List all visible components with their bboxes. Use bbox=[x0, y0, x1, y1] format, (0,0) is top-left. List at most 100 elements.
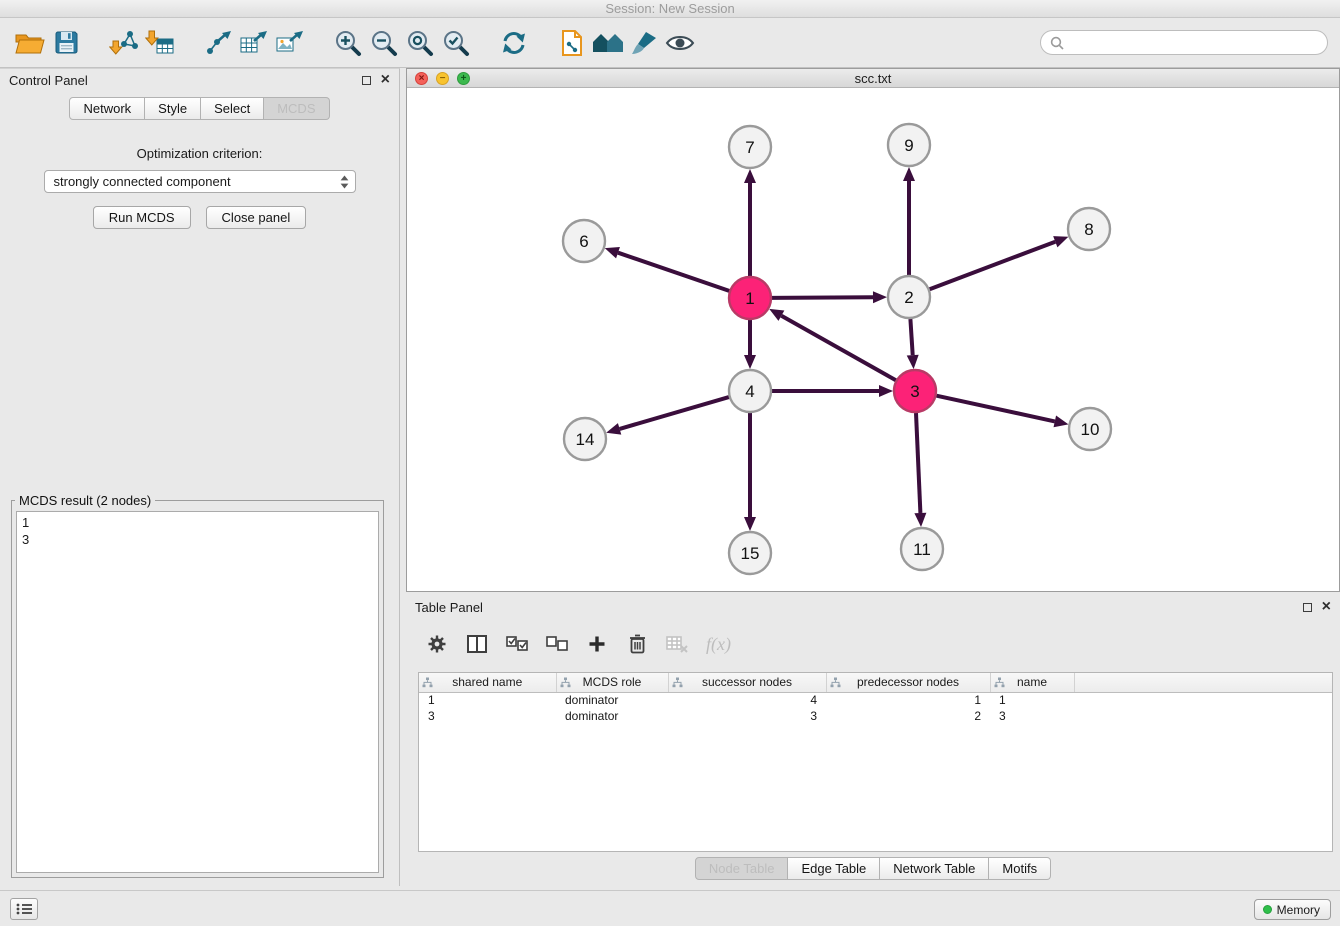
task-history-button[interactable] bbox=[10, 898, 38, 920]
graph-edge-1-6[interactable] bbox=[618, 253, 729, 291]
run-mcds-button[interactable]: Run MCDS bbox=[93, 206, 191, 229]
table-cell[interactable]: 4 bbox=[668, 692, 826, 708]
zoom-selected-button[interactable] bbox=[438, 24, 474, 62]
table-cell[interactable]: 3 bbox=[668, 708, 826, 724]
table-cell[interactable]: 1 bbox=[990, 692, 1074, 708]
style-brush-button[interactable] bbox=[626, 24, 662, 62]
import-network-icon bbox=[109, 29, 139, 57]
delete-table-button[interactable] bbox=[666, 635, 688, 653]
graph-edge-3-11[interactable] bbox=[916, 413, 920, 513]
table-cell-filler bbox=[1074, 708, 1332, 724]
export-table-button[interactable] bbox=[236, 24, 272, 62]
control-tab-style[interactable]: Style bbox=[145, 97, 201, 120]
svg-text:7: 7 bbox=[745, 138, 754, 157]
table-cell[interactable]: 2 bbox=[826, 708, 990, 724]
svg-text:9: 9 bbox=[904, 136, 913, 155]
table-header-row: shared nameMCDS rolesuccessor nodesprede… bbox=[419, 673, 1332, 692]
graph-node-4[interactable]: 4 bbox=[729, 370, 771, 412]
export-image-button[interactable] bbox=[272, 24, 308, 62]
control-tab-mcds[interactable]: MCDS bbox=[264, 97, 329, 120]
zoom-out-button[interactable] bbox=[366, 24, 402, 62]
table-cell[interactable]: 1 bbox=[826, 692, 990, 708]
graph-edge-2-8[interactable] bbox=[930, 242, 1056, 290]
import-table-button[interactable] bbox=[142, 24, 178, 62]
window-maximize-button[interactable]: + bbox=[457, 72, 470, 85]
network-canvas[interactable]: 7 9 6 8 1 2 4 3 14 10 15 11 bbox=[407, 88, 1339, 591]
graph-node-7[interactable]: 7 bbox=[729, 126, 771, 168]
column-header-MCDS-role[interactable]: MCDS role bbox=[556, 673, 668, 692]
column-header-successor-nodes[interactable]: successor nodes bbox=[668, 673, 826, 692]
function-builder-button[interactable]: f(x) bbox=[706, 634, 731, 655]
window-close-button[interactable]: × bbox=[415, 72, 428, 85]
list-icon bbox=[16, 903, 32, 915]
table-cell[interactable]: 1 bbox=[419, 692, 556, 708]
zoom-in-icon bbox=[334, 29, 362, 57]
control-panel: Control Panel × NetworkStyleSelectMCDS O… bbox=[0, 68, 400, 886]
graph-node-9[interactable]: 9 bbox=[888, 124, 930, 166]
graph-node-3[interactable]: 3 bbox=[894, 370, 936, 412]
float-panel-icon[interactable] bbox=[362, 76, 371, 85]
graph-node-8[interactable]: 8 bbox=[1068, 208, 1110, 250]
column-header-predecessor-nodes[interactable]: predecessor nodes bbox=[826, 673, 990, 692]
home-panel-button[interactable] bbox=[590, 24, 626, 62]
zoom-in-button[interactable] bbox=[330, 24, 366, 62]
table-settings-button[interactable] bbox=[426, 634, 448, 654]
column-label: successor nodes bbox=[669, 675, 826, 689]
graph-node-1[interactable]: 1 bbox=[729, 277, 771, 319]
table-panel-title: Table Panel bbox=[415, 600, 483, 615]
graph-edge-3-10[interactable] bbox=[937, 396, 1055, 422]
control-tab-network[interactable]: Network bbox=[69, 97, 145, 120]
table-tab-network-table[interactable]: Network Table bbox=[880, 857, 989, 880]
zoom-fit-button[interactable] bbox=[402, 24, 438, 62]
export-network-button[interactable] bbox=[200, 24, 236, 62]
show-details-button[interactable] bbox=[662, 24, 698, 62]
table-row[interactable]: 3dominator323 bbox=[419, 708, 1332, 724]
column-header-shared-name[interactable]: shared name bbox=[419, 673, 556, 692]
table-tab-motifs[interactable]: Motifs bbox=[989, 857, 1051, 880]
graph-edge-2-3[interactable] bbox=[910, 319, 912, 355]
close-panel-icon[interactable]: × bbox=[381, 75, 390, 85]
column-header-name[interactable]: name bbox=[990, 673, 1074, 692]
deselect-all-columns-button[interactable] bbox=[546, 636, 568, 652]
add-column-button[interactable] bbox=[586, 635, 608, 653]
split-columns-button[interactable] bbox=[466, 635, 488, 653]
window-minimize-button[interactable]: − bbox=[436, 72, 449, 85]
delete-column-button[interactable] bbox=[626, 634, 648, 654]
memory-button[interactable]: Memory bbox=[1254, 899, 1331, 920]
graph-node-11[interactable]: 11 bbox=[901, 528, 943, 570]
table-tab-node-table[interactable]: Node Table bbox=[695, 857, 789, 880]
graph-edge-1-2[interactable] bbox=[772, 297, 873, 298]
graph-edge-3-1[interactable] bbox=[781, 316, 895, 381]
graph-edge-4-14[interactable] bbox=[620, 397, 729, 429]
import-network-button[interactable] bbox=[106, 24, 142, 62]
open-session-button[interactable] bbox=[12, 24, 48, 62]
graph-node-14[interactable]: 14 bbox=[564, 418, 606, 460]
table-cell[interactable]: 3 bbox=[419, 708, 556, 724]
search-input[interactable] bbox=[1069, 36, 1318, 50]
graph-node-10[interactable]: 10 bbox=[1069, 408, 1111, 450]
save-session-button[interactable] bbox=[48, 24, 84, 62]
clone-network-button[interactable] bbox=[554, 24, 590, 62]
float-table-panel-icon[interactable] bbox=[1303, 603, 1312, 612]
toolbar-search[interactable] bbox=[1040, 30, 1328, 55]
table-tabs: Node TableEdge TableNetwork TableMotifs bbox=[406, 857, 1340, 880]
optimization-criterion-select[interactable]: strongly connected component bbox=[44, 170, 356, 193]
refresh-view-button[interactable] bbox=[496, 24, 532, 62]
table-tab-edge-table[interactable]: Edge Table bbox=[788, 857, 880, 880]
graph-node-6[interactable]: 6 bbox=[563, 220, 605, 262]
svg-text:2: 2 bbox=[904, 288, 913, 307]
eye-icon bbox=[665, 33, 695, 53]
graph-node-15[interactable]: 15 bbox=[729, 532, 771, 574]
table-cell[interactable]: dominator bbox=[556, 692, 668, 708]
table-cell[interactable]: dominator bbox=[556, 708, 668, 724]
table-row[interactable]: 1dominator411 bbox=[419, 692, 1332, 708]
control-tab-select[interactable]: Select bbox=[201, 97, 264, 120]
close-panel-button[interactable]: Close panel bbox=[206, 206, 307, 229]
svg-text:6: 6 bbox=[579, 232, 588, 251]
mcds-result-box: MCDS result (2 nodes) 13 bbox=[11, 493, 384, 878]
svg-text:8: 8 bbox=[1084, 220, 1093, 239]
table-cell[interactable]: 3 bbox=[990, 708, 1074, 724]
graph-node-2[interactable]: 2 bbox=[888, 276, 930, 318]
close-table-panel-icon[interactable]: × bbox=[1322, 602, 1331, 612]
select-all-columns-button[interactable] bbox=[506, 636, 528, 652]
